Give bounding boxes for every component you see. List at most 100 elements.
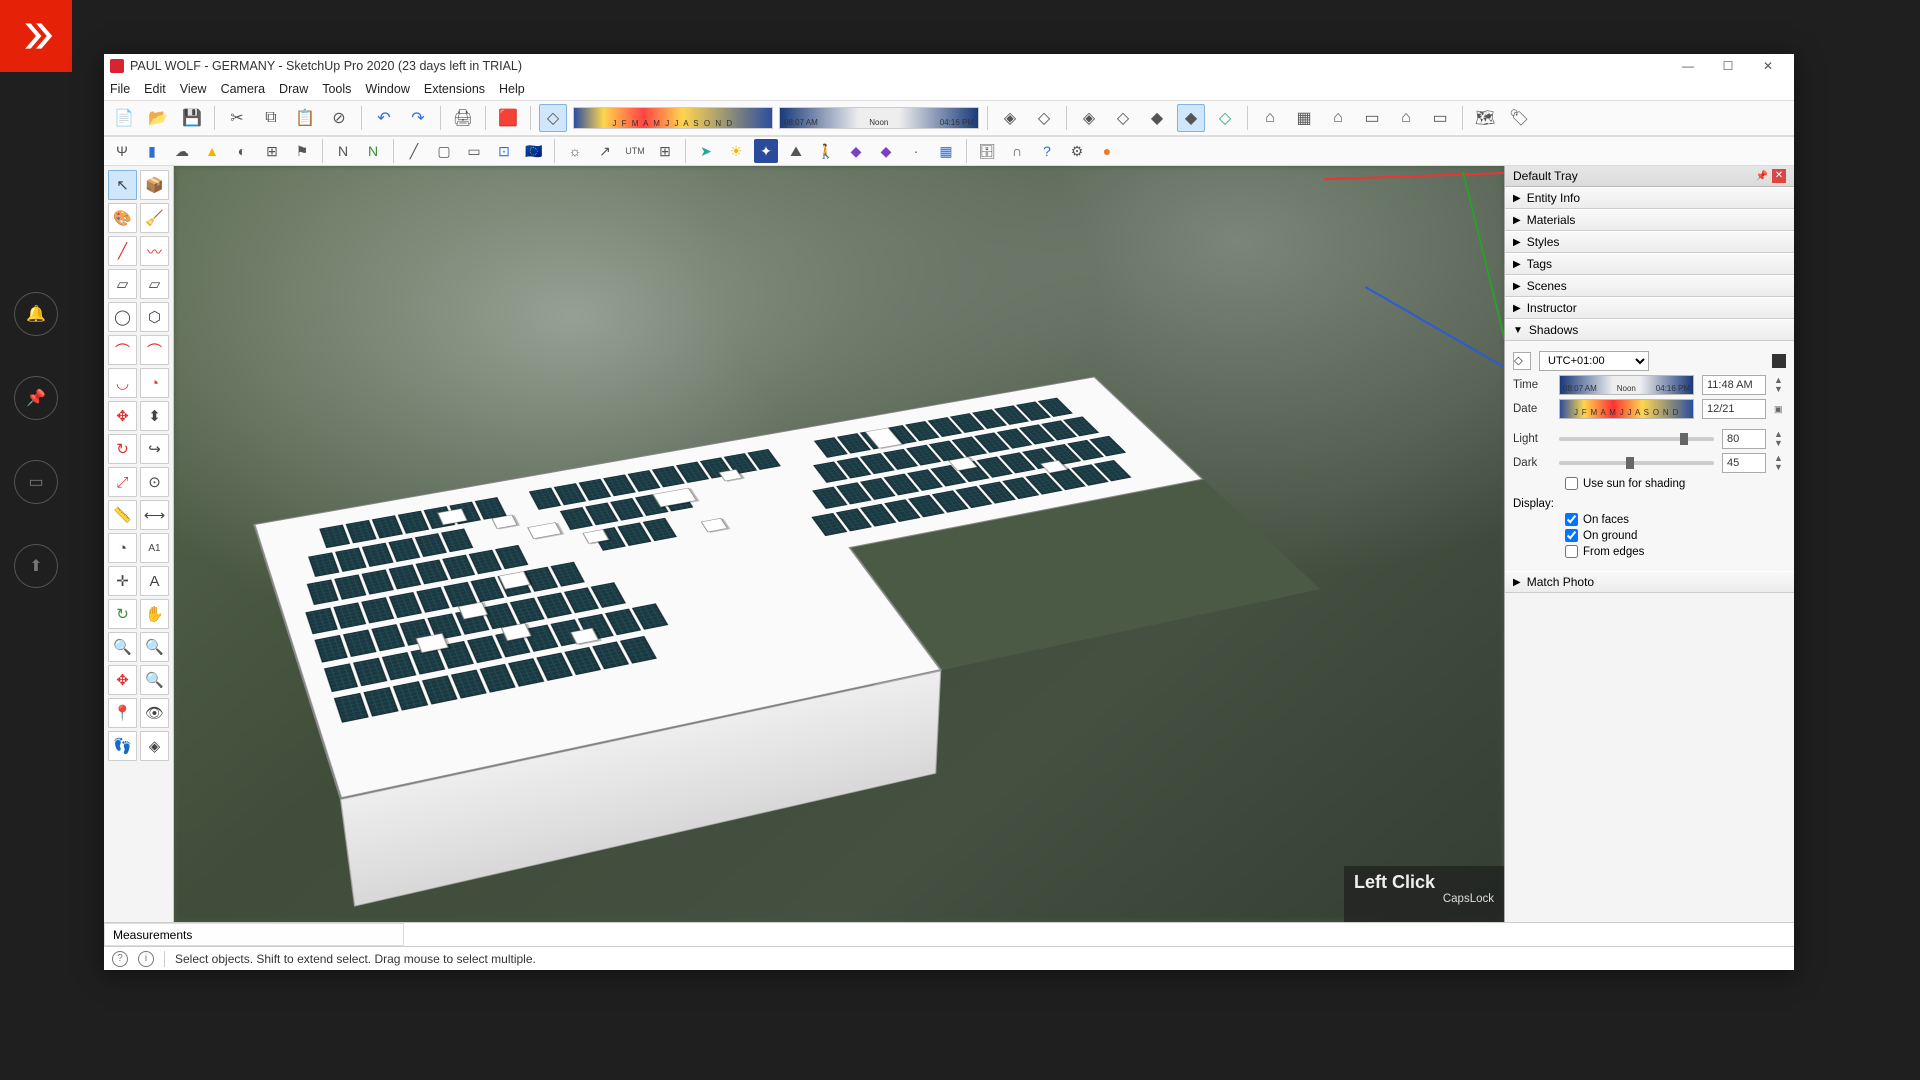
position-camera-icon[interactable]: 📍 (108, 698, 137, 728)
roof-obstruction[interactable] (415, 633, 448, 653)
tray-section-styles[interactable]: ▶Styles (1505, 231, 1794, 253)
view-right-icon[interactable]: ▭ (1358, 104, 1386, 132)
paste-icon[interactable]: 📋 (291, 104, 319, 132)
geo-tag-icon[interactable]: 🏷 (1505, 104, 1533, 132)
tray-section-scenes[interactable]: ▶Scenes (1505, 275, 1794, 297)
tool-gear-icon[interactable]: ⚙ (1065, 139, 1089, 163)
tool-eu-icon[interactable]: 🇪🇺 (522, 139, 546, 163)
tool-grid2-icon[interactable]: ⊞ (653, 139, 677, 163)
view-back-icon[interactable]: ⌂ (1392, 104, 1420, 132)
date-spinner[interactable]: ▣ (1774, 405, 1786, 414)
text-tool-icon[interactable]: A1 (140, 533, 169, 563)
menu-edit[interactable]: Edit (144, 82, 166, 96)
redo-icon[interactable]: ↷ (404, 104, 432, 132)
zoom-tool-icon[interactable]: 🔍 (108, 632, 137, 662)
protractor-tool-icon[interactable]: ◔ (108, 533, 137, 563)
light-value-input[interactable]: 80 (1722, 429, 1766, 449)
line-tool-icon[interactable]: ╱ (108, 236, 137, 266)
plugin-n-icon[interactable]: N (331, 139, 355, 163)
polygon-tool-icon[interactable]: ⬡ (140, 302, 169, 332)
menu-file[interactable]: File (110, 82, 130, 96)
cube-white-icon[interactable]: ◇ (539, 104, 567, 132)
tool-help-icon[interactable]: ? (1035, 139, 1059, 163)
rail-notification-icon[interactable]: 🔔 (14, 292, 58, 336)
dark-value-input[interactable]: 45 (1722, 453, 1766, 473)
date-gradient-strip[interactable]: J F M A M J J A S O N D (573, 107, 773, 129)
tool-utm-icon[interactable]: UTM (623, 139, 647, 163)
status-help1-icon[interactable]: ? (112, 951, 128, 967)
plugin-sphere-icon[interactable]: ◐ (230, 139, 254, 163)
tool-sun-icon[interactable]: ☼ (563, 139, 587, 163)
light-spinner[interactable]: ▲▼ (1774, 430, 1786, 448)
arc3-tool-icon[interactable]: ◡ (108, 368, 137, 398)
print-icon[interactable]: 🖨 (449, 104, 477, 132)
new-file-icon[interactable]: 📄 (110, 104, 138, 132)
tray-section-matchphoto[interactable]: ▶Match Photo (1505, 571, 1794, 593)
maximize-button[interactable]: ☐ (1708, 59, 1748, 73)
undo-icon[interactable]: ↶ (370, 104, 398, 132)
status-help2-icon[interactable]: i (138, 951, 154, 967)
orbit-tool-icon[interactable]: ↻ (108, 599, 137, 629)
shadows-toggle-icon[interactable]: ◇ (1513, 352, 1531, 370)
style-hidden-icon[interactable]: ◇ (1109, 104, 1137, 132)
open-file-icon[interactable]: 📂 (144, 104, 172, 132)
component-tool-icon[interactable]: 📦 (140, 170, 169, 200)
date-slider[interactable]: J F M A M J J A S O N D (1559, 399, 1694, 419)
time-gradient-strip[interactable]: 08:07 AM Noon 04:16 PM (779, 107, 979, 129)
rail-notes-icon[interactable]: ▭ (14, 460, 58, 504)
save-file-icon[interactable]: 💾 (178, 104, 206, 132)
geo-map-icon[interactable]: 🗺 (1471, 104, 1499, 132)
style-xray-icon[interactable]: ◈ (996, 104, 1024, 132)
view-front-icon[interactable]: ⌂ (1324, 104, 1352, 132)
dark-spinner[interactable]: ▲▼ (1774, 454, 1786, 472)
use-sun-checkbox[interactable]: Use sun for shading (1565, 477, 1786, 490)
tray-section-tags[interactable]: ▶Tags (1505, 253, 1794, 275)
tool-mountain-icon[interactable]: ⛰ (784, 139, 808, 163)
arc2-tool-icon[interactable]: ⌒ (140, 335, 169, 365)
menu-view[interactable]: View (180, 82, 207, 96)
model-info-icon[interactable]: 🟥 (494, 104, 522, 132)
tray-section-materials[interactable]: ▶Materials (1505, 209, 1794, 231)
light-slider[interactable] (1559, 437, 1714, 441)
tool-ball-icon[interactable]: ● (1095, 139, 1119, 163)
tool-sun2-icon[interactable]: ☀ (724, 139, 748, 163)
pushpull-tool-icon[interactable]: ⬍ (140, 401, 169, 431)
tool-arrow-icon[interactable]: ↗ (593, 139, 617, 163)
followme-tool-icon[interactable]: ↪ (140, 434, 169, 464)
tool-line-icon[interactable]: ╱ (402, 139, 426, 163)
text3d-tool-icon[interactable]: A (140, 566, 169, 596)
zoomwin-tool-icon[interactable]: 🔍 (140, 632, 169, 662)
date-value-input[interactable]: 12/21 (1702, 399, 1766, 419)
tray-pin-icon[interactable]: 📌 (1756, 171, 1768, 182)
tray-section-entityinfo[interactable]: ▶Entity Info (1505, 187, 1794, 209)
tool-select-icon[interactable]: ⊡ (492, 139, 516, 163)
style-wire-icon[interactable]: ◈ (1075, 104, 1103, 132)
menu-draw[interactable]: Draw (279, 82, 308, 96)
menu-help[interactable]: Help (499, 82, 525, 96)
rail-upload-icon[interactable]: ⬆ (14, 544, 58, 588)
eraser-tool-icon[interactable]: 🧹 (140, 203, 169, 233)
select-tool-icon[interactable]: ↖ (108, 170, 137, 200)
circle-tool-icon[interactable]: ◯ (108, 302, 137, 332)
tool-db-icon[interactable]: 🗄 (975, 139, 999, 163)
plugin-warn-icon[interactable]: ▲ (200, 139, 224, 163)
look-around-icon[interactable]: 👁 (140, 698, 169, 728)
tool-person-icon[interactable]: 🚶 (814, 139, 838, 163)
pie-tool-icon[interactable]: ◔ (140, 368, 169, 398)
minimize-button[interactable]: — (1668, 59, 1708, 73)
dark-slider[interactable] (1559, 461, 1714, 465)
measurements-box[interactable]: Measurements (104, 923, 404, 946)
menu-extensions[interactable]: Extensions (424, 82, 485, 96)
rotrect-tool-icon[interactable]: ▱ (140, 269, 169, 299)
plugin-cloud-icon[interactable]: ☁ (170, 139, 194, 163)
view-iso-icon[interactable]: ⌂ (1256, 104, 1284, 132)
menu-tools[interactable]: Tools (322, 82, 351, 96)
paint-tool-icon[interactable]: 🎨 (108, 203, 137, 233)
move-tool-icon[interactable]: ✥ (108, 401, 137, 431)
style-shadetex-icon[interactable]: ◆ (1177, 104, 1205, 132)
plugin-grid-icon[interactable]: ▮ (140, 139, 164, 163)
tool-rect2-icon[interactable]: ▭ (462, 139, 486, 163)
shadows-detail-icon[interactable] (1772, 354, 1786, 368)
close-button[interactable]: ✕ (1748, 59, 1788, 73)
style-shaded-icon[interactable]: ◆ (1143, 104, 1171, 132)
